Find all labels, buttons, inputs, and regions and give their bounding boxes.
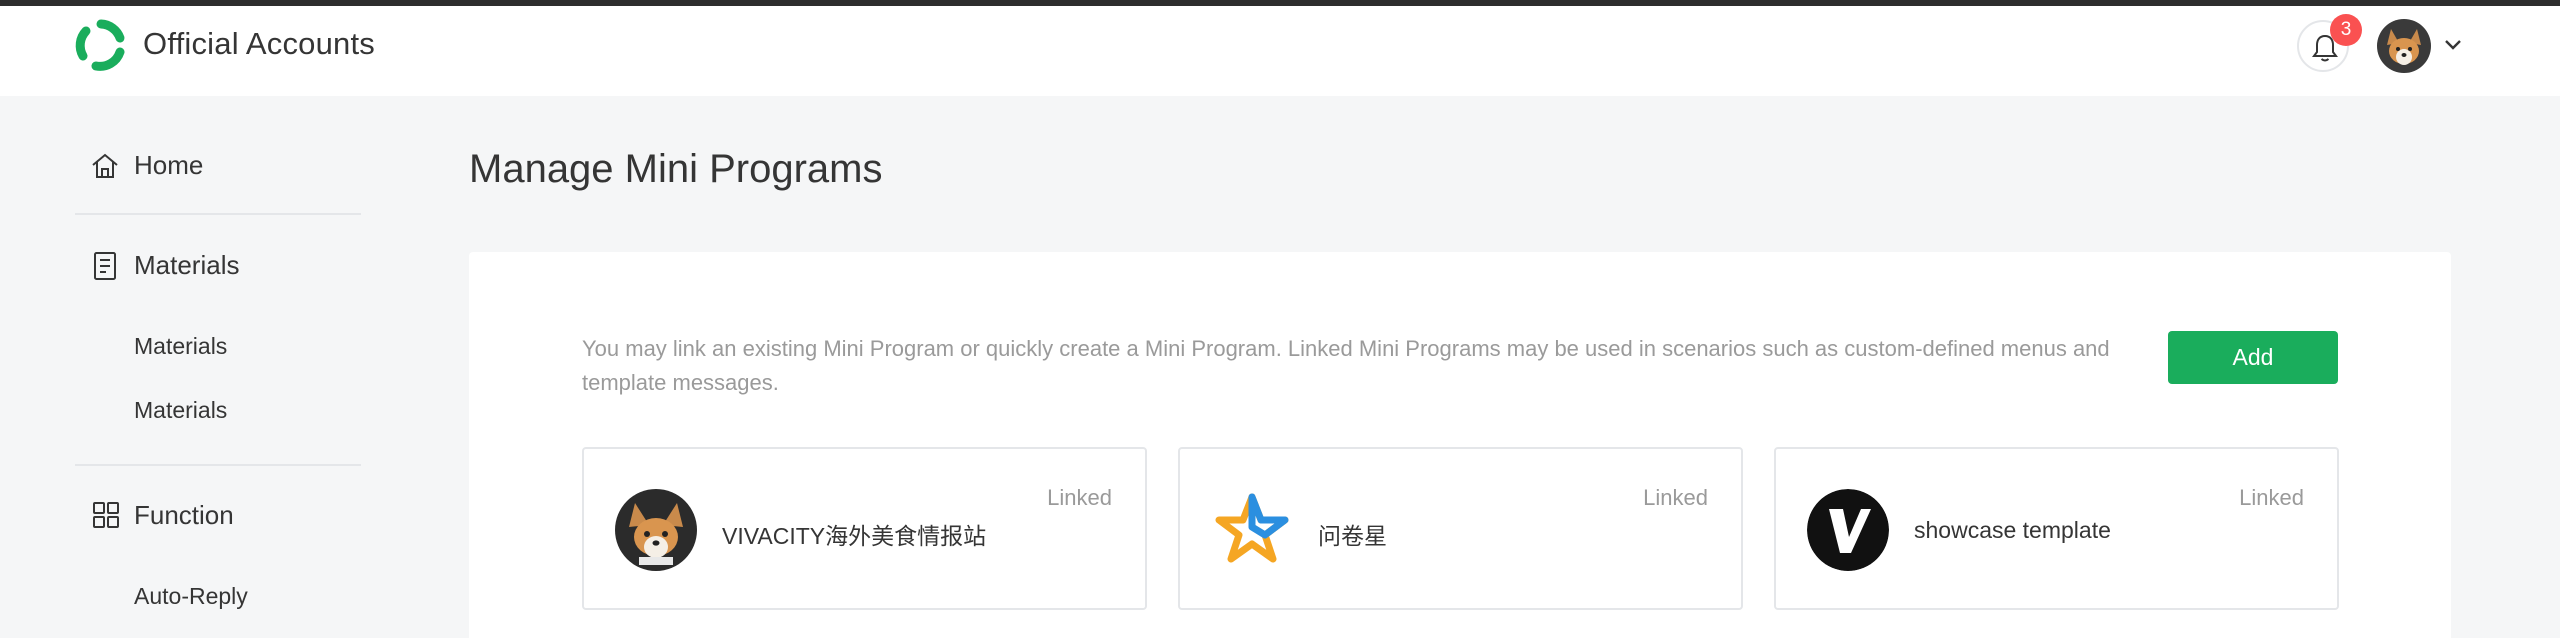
mini-program-status: Linked: [1643, 485, 1708, 510]
mini-program-name: VIVACITY海外美食情报站: [722, 523, 987, 549]
add-button[interactable]: Add: [2168, 331, 2338, 384]
user-avatar[interactable]: [2377, 19, 2431, 73]
mini-program-name: showcase template: [1914, 517, 2111, 543]
corgi-avatar-icon: [615, 489, 697, 571]
sidebar-divider: [75, 464, 361, 466]
sidebar-subitem-materials[interactable]: Materials: [134, 333, 227, 360]
mini-program-status: Linked: [2239, 485, 2304, 510]
star-logo-icon: [1211, 489, 1293, 571]
v-logo-icon: [1807, 489, 1889, 571]
mini-program-card[interactable]: VIVACITY海外美食情报站 Linked: [582, 447, 1147, 610]
mini-program-status: Linked: [1047, 485, 1112, 510]
home-icon: [92, 153, 118, 178]
sidebar-item-function[interactable]: Function: [134, 500, 234, 531]
sidebar-subitem-materials[interactable]: Materials: [134, 397, 227, 424]
sidebar-divider: [75, 213, 361, 215]
official-accounts-logo-icon[interactable]: [74, 18, 128, 72]
sidebar-item-materials[interactable]: Materials: [134, 250, 239, 281]
mini-program-name: 问卷星: [1318, 523, 1387, 549]
top-header: [0, 6, 2560, 96]
page-title: Manage Mini Programs: [469, 147, 883, 191]
chevron-down-icon[interactable]: [2443, 38, 2463, 52]
mini-program-card[interactable]: 问卷星 Linked: [1178, 447, 1743, 610]
notification-badge: 3: [2330, 14, 2362, 46]
corgi-avatar-icon: [2377, 19, 2431, 73]
sidebar-item-home[interactable]: Home: [134, 150, 203, 181]
document-icon: [94, 252, 116, 280]
brand-title[interactable]: Official Accounts: [143, 26, 375, 62]
grid-icon: [93, 502, 119, 528]
mini-program-card[interactable]: showcase template Linked: [1774, 447, 2339, 610]
sidebar-subitem-auto-reply[interactable]: Auto-Reply: [134, 583, 248, 610]
panel-description: You may link an existing Mini Program or…: [582, 336, 2110, 395]
